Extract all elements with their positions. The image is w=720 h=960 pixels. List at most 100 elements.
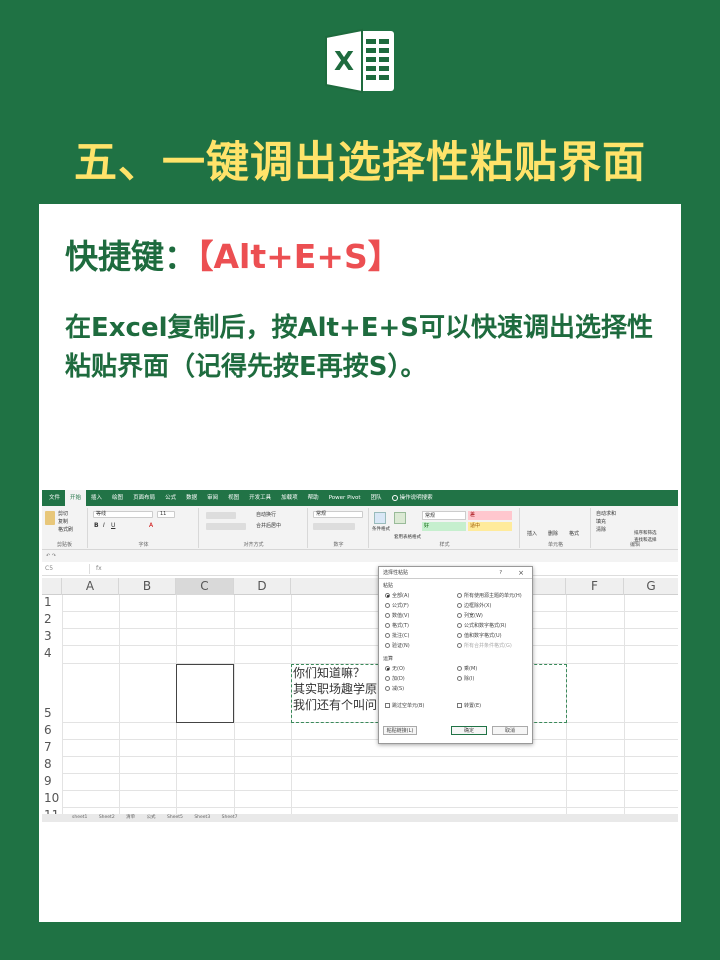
column-header-a[interactable]: A [62, 578, 119, 595]
tab-insert[interactable]: 插入 [86, 490, 107, 506]
row-header-6[interactable]: 6 [42, 723, 62, 737]
column-header-d[interactable]: D [234, 578, 291, 595]
fx-label[interactable]: fx [90, 565, 140, 572]
operation-add[interactable]: 加(D) [385, 675, 405, 682]
cell-text-line-3[interactable]: 我们还有个叫问 [293, 698, 377, 713]
italic-button[interactable]: I [103, 522, 105, 529]
sheet-tab[interactable]: Sheet2 [99, 815, 115, 820]
skip-blanks-checkbox[interactable]: 跳过空单元(B) [385, 702, 424, 709]
number-buttons[interactable] [313, 523, 355, 530]
ok-button[interactable]: 确定 [451, 726, 487, 735]
paste-option-formulas[interactable]: 公式(F) [385, 602, 409, 609]
merge-center-button[interactable]: 合并后居中 [256, 522, 281, 529]
cell-text-line-2[interactable]: 其实职场趣学原 [293, 682, 377, 697]
insert-cells-button[interactable]: 插入 [527, 530, 537, 537]
paste-option-values-numbers[interactable]: 值和数字格式(U) [457, 632, 502, 639]
paste-link-button[interactable]: 粘贴链接(L) [383, 726, 417, 735]
sheet-tab[interactable]: Sheet7 [222, 815, 238, 820]
row-header-2[interactable]: 2 [42, 612, 62, 626]
bold-button[interactable]: B [94, 522, 99, 529]
sheet-tab[interactable]: 清单 [126, 815, 135, 820]
font-size-select[interactable]: 11 [157, 511, 175, 518]
paste-option-formulas-numbers[interactable]: 公式和数字格式(R) [457, 622, 506, 629]
sheet-tab[interactable]: 公式 [147, 815, 156, 820]
format-cells-button[interactable]: 格式 [569, 530, 579, 537]
column-header-c[interactable]: C [176, 578, 234, 595]
selected-cell[interactable] [176, 664, 234, 723]
undo-icon[interactable]: ↶ [46, 553, 50, 559]
format-painter-button[interactable]: 格式刷 [58, 526, 73, 533]
paste-icon[interactable] [45, 511, 55, 525]
paste-option-column-widths[interactable]: 列宽(W) [457, 612, 483, 619]
tab-view[interactable]: 视图 [223, 490, 244, 506]
row-header-8[interactable]: 8 [42, 757, 62, 771]
conditional-format-icon[interactable] [374, 512, 386, 524]
transpose-checkbox[interactable]: 转置(E) [457, 702, 481, 709]
tab-formulas[interactable]: 公式 [160, 490, 181, 506]
number-format-select[interactable]: 常规 [313, 511, 363, 518]
cell-text-line-1[interactable]: 你们知道嘛？ [293, 666, 365, 681]
wrap-text-button[interactable]: 自动换行 [256, 511, 276, 518]
column-header-g[interactable]: G [624, 578, 678, 595]
delete-cells-button[interactable]: 删除 [548, 530, 558, 537]
tab-developer[interactable]: 开发工具 [244, 490, 276, 506]
operation-subtract[interactable]: 减(S) [385, 685, 404, 692]
style-bad[interactable]: 差 [468, 511, 512, 520]
font-name-select[interactable]: 等线 [93, 511, 153, 518]
style-neutral[interactable]: 适中 [468, 522, 512, 531]
tell-me-search[interactable]: 操作说明搜索 [387, 490, 438, 506]
style-good[interactable]: 好 [422, 522, 466, 531]
fill-button[interactable]: 填充 [596, 518, 606, 525]
operation-none[interactable]: 无(O) [385, 665, 405, 672]
row-header-5[interactable]: 5 [42, 706, 62, 720]
font-color-icon[interactable]: A [149, 522, 153, 529]
tab-home[interactable]: 开始 [65, 490, 87, 506]
select-all-corner[interactable] [42, 578, 62, 595]
sheet-tab[interactable]: Sheet3 [194, 815, 210, 820]
paste-option-values[interactable]: 数值(V) [385, 612, 409, 619]
paste-option-comments[interactable]: 批注(C) [385, 632, 409, 639]
autosum-button[interactable]: 自动求和 [596, 510, 616, 517]
sheet-tab[interactable]: Sheet5 [167, 815, 183, 820]
paste-option-formats[interactable]: 格式(T) [385, 622, 409, 629]
paste-option-validation[interactable]: 验证(N) [385, 642, 410, 649]
row-header-7[interactable]: 7 [42, 740, 62, 754]
tab-file[interactable]: 文件 [44, 490, 65, 506]
conditional-format-button[interactable]: 条件格式 [372, 526, 390, 532]
tab-power-pivot[interactable]: Power Pivot [324, 490, 366, 506]
underline-button[interactable]: U [111, 522, 115, 529]
sort-filter-button[interactable]: 排序和筛选 [634, 530, 657, 536]
tab-addins[interactable]: 加载项 [276, 490, 303, 506]
tab-data[interactable]: 数据 [181, 490, 202, 506]
row-header-9[interactable]: 9 [42, 774, 62, 788]
help-button[interactable]: ? [499, 567, 502, 579]
redo-icon[interactable]: ↷ [52, 553, 56, 559]
row-header-4[interactable]: 4 [42, 646, 62, 660]
paste-option-source-theme[interactable]: 所有使用源主题的单元(H) [457, 592, 522, 599]
tab-team[interactable]: 团队 [366, 490, 387, 506]
row-header-1[interactable]: 1 [42, 595, 62, 609]
operation-multiply[interactable]: 乘(M) [457, 665, 477, 672]
copy-button[interactable]: 复制 [58, 518, 68, 525]
paste-option-no-borders[interactable]: 边框除外(X) [457, 602, 491, 609]
tab-help[interactable]: 帮助 [303, 490, 324, 506]
column-header-b[interactable]: B [119, 578, 176, 595]
row-header-3[interactable]: 3 [42, 629, 62, 643]
format-as-table-button[interactable]: 套用表格格式 [394, 534, 421, 540]
style-normal[interactable]: 常规 [422, 511, 466, 520]
cut-button[interactable]: 剪切 [58, 510, 68, 517]
tab-page-layout[interactable]: 页面布局 [128, 490, 160, 506]
paste-option-merge-conditional[interactable]: 所有合并条件格式(G) [457, 642, 512, 649]
format-as-table-icon[interactable] [394, 512, 406, 524]
tab-review[interactable]: 审阅 [202, 490, 223, 506]
cancel-button[interactable]: 取消 [492, 726, 528, 735]
row-header-10[interactable]: 10 [42, 791, 62, 805]
column-header-f[interactable]: F [566, 578, 624, 595]
name-box[interactable]: C5 [42, 563, 90, 574]
clear-button[interactable]: 清除 [596, 526, 606, 533]
tab-draw[interactable]: 绘图 [107, 490, 128, 506]
sheet-tab[interactable]: sheet1 [72, 815, 87, 820]
align-left-icon[interactable] [206, 523, 246, 530]
align-top-icon[interactable] [206, 512, 236, 519]
operation-divide[interactable]: 除(I) [457, 675, 474, 682]
